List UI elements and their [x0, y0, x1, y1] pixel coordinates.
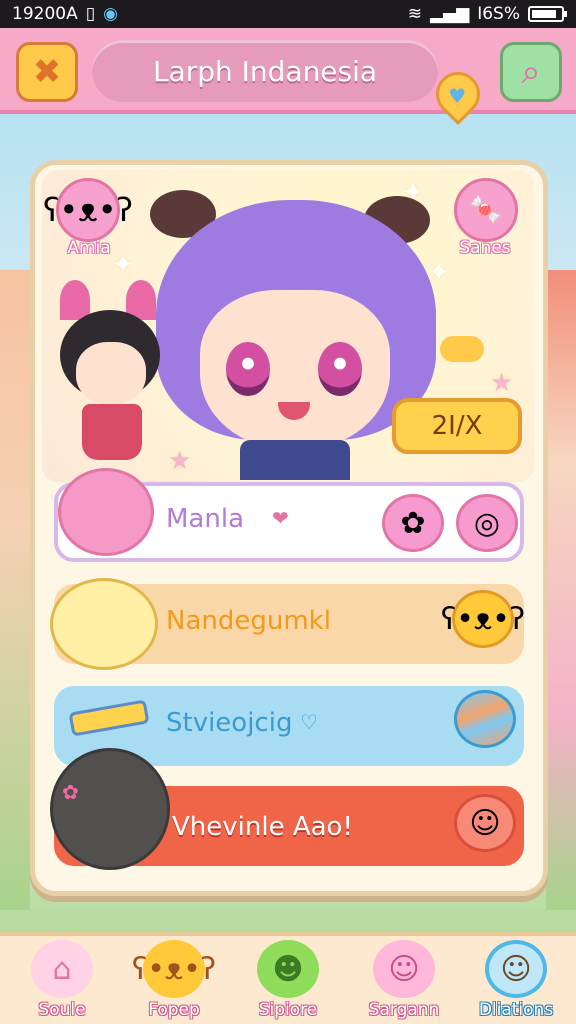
status-bar: 19200A ▯ ◉ ≋ ▂▄▆ I6S% — [0, 0, 576, 28]
search-button[interactable]: ⌕ — [500, 42, 562, 102]
character-mouth — [278, 402, 310, 420]
notification-icon: ▯ — [85, 4, 96, 24]
nav-label: Fopep — [148, 1000, 200, 1020]
nav-label: Soule — [38, 1000, 86, 1020]
background-house-left — [0, 270, 30, 910]
heart-icon: ❤ — [272, 506, 289, 530]
cat-girl-character[interactable] — [56, 280, 164, 470]
nav-item-soule[interactable]: ⌂ Soule — [12, 936, 112, 1024]
wifi-signal-icon: ≋ — [407, 4, 422, 24]
nav-item-sargann[interactable]: ☺ Sargann — [354, 936, 454, 1024]
character-eye-right — [318, 342, 362, 396]
reward-badge[interactable]: 2I/X — [392, 398, 522, 454]
nav-label: Dliations — [478, 1000, 554, 1020]
heart-outline-icon: ♡ — [300, 710, 318, 734]
striped-balloon-icon[interactable] — [454, 690, 516, 748]
row-label: Stvieojcig — [166, 708, 293, 738]
search-icon: ⌕ — [521, 52, 541, 92]
crossed-tools-icon[interactable]: ✖ — [16, 42, 78, 102]
corner-left-label: Amia — [67, 238, 111, 258]
background-house-right — [546, 270, 576, 910]
cat-girl-face — [76, 342, 146, 404]
pink-donut-icon[interactable]: ◎ — [456, 494, 518, 552]
nav-label: Sargann — [368, 1000, 440, 1020]
row-label: Manla — [166, 504, 244, 534]
dark-hair-cat-avatar — [50, 748, 170, 870]
header: ✖ Larph Indanesia ♥ ⌕ — [0, 28, 576, 126]
row-label: Vhevinle Aao! — [172, 812, 353, 842]
pink-hair-avatar — [58, 468, 154, 556]
nav-label: Sipiore — [258, 1000, 318, 1020]
star-icon: ★ — [490, 368, 514, 398]
row-label: Nandegumkl — [166, 606, 331, 636]
bunny-icon: ☺ — [373, 940, 435, 998]
character-eye-left — [226, 342, 270, 396]
status-right: ≋ ▂▄▆ I6S% — [407, 4, 567, 24]
orange-bear-icon[interactable]: ʕ•ᴥ•ʔ — [441, 590, 525, 648]
speech-bubble-face-icon[interactable]: ☺ — [454, 794, 516, 852]
status-time: 19200A — [12, 4, 78, 24]
girl-avatar-icon: ☺ — [485, 940, 547, 998]
pink-cat-icon[interactable]: ✿ — [382, 494, 444, 552]
corner-right-label: Sanes — [459, 238, 511, 258]
battery-fill — [532, 10, 556, 18]
pink-bear-icon[interactable]: ʕ•ᴥ•ʔ — [43, 178, 133, 242]
flower-icon: ✿ — [62, 780, 79, 804]
nav-item-fopep[interactable]: ʕ•ᴥ•ʔ Fopep — [124, 936, 224, 1024]
page-title: Larph Indanesia — [92, 40, 438, 102]
cloud-chip-icon — [440, 336, 484, 362]
status-left: 19200A ▯ ◉ — [12, 4, 118, 24]
candy-jar-icon[interactable]: 🍬 — [454, 178, 518, 242]
battery-percent: I6S% — [477, 4, 520, 24]
cell-signal-icon: ▂▄▆ — [429, 4, 470, 24]
home-icon: ⌂ — [31, 940, 93, 998]
bottom-nav: ⌂ Soule ʕ•ᴥ•ʔ Fopep ☻ Sipiore ☺ Sargann … — [0, 932, 576, 1024]
bear-icon: ʕ•ᴥ•ʔ — [132, 940, 216, 998]
battery-icon — [528, 6, 567, 22]
cat-girl-dress — [82, 404, 142, 460]
cat-ear-left — [60, 280, 90, 320]
nav-item-sipiore[interactable]: ☻ Sipiore — [238, 936, 338, 1024]
character-body — [240, 440, 350, 480]
frog-icon: ☻ — [257, 940, 319, 998]
wifi-icon: ◉ — [103, 4, 118, 24]
blonde-avatar — [50, 578, 158, 670]
character-face — [200, 290, 390, 450]
nav-item-dliations[interactable]: ☺ Dliations — [466, 936, 566, 1024]
